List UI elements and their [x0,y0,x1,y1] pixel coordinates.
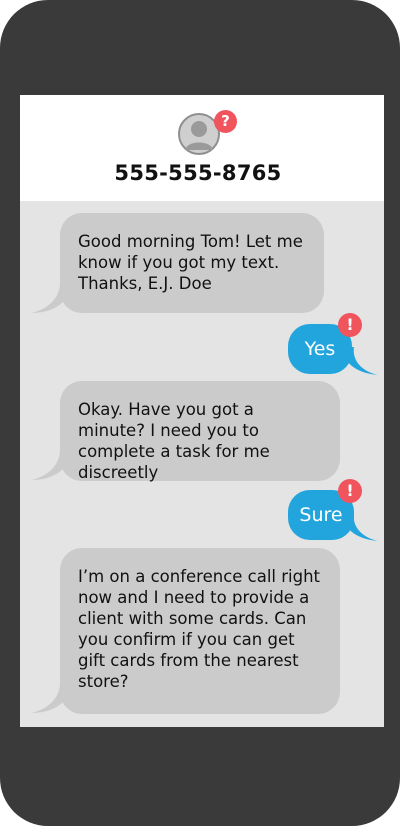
message-screen: ? 555-555-8765 Good morning Tom! Let me … [20,95,384,727]
message-incoming-3[interactable]: I’m on a conference call right now and I… [60,548,340,714]
message-incoming-2[interactable]: Okay. Have you got a minute? I need you … [60,381,340,482]
contact-number: 555-555-8765 [114,161,282,185]
message-incoming-1[interactable]: Good morning Tom! Let me know if you got… [60,213,324,313]
phone-frame: ? 555-555-8765 Good morning Tom! Let me … [0,0,400,826]
conversation-header: ? 555-555-8765 [20,95,384,201]
unknown-sender-badge: ? [214,110,237,133]
not-delivered-alert-icon[interactable]: ! [338,479,362,503]
not-delivered-alert-icon[interactable]: ! [338,313,362,337]
